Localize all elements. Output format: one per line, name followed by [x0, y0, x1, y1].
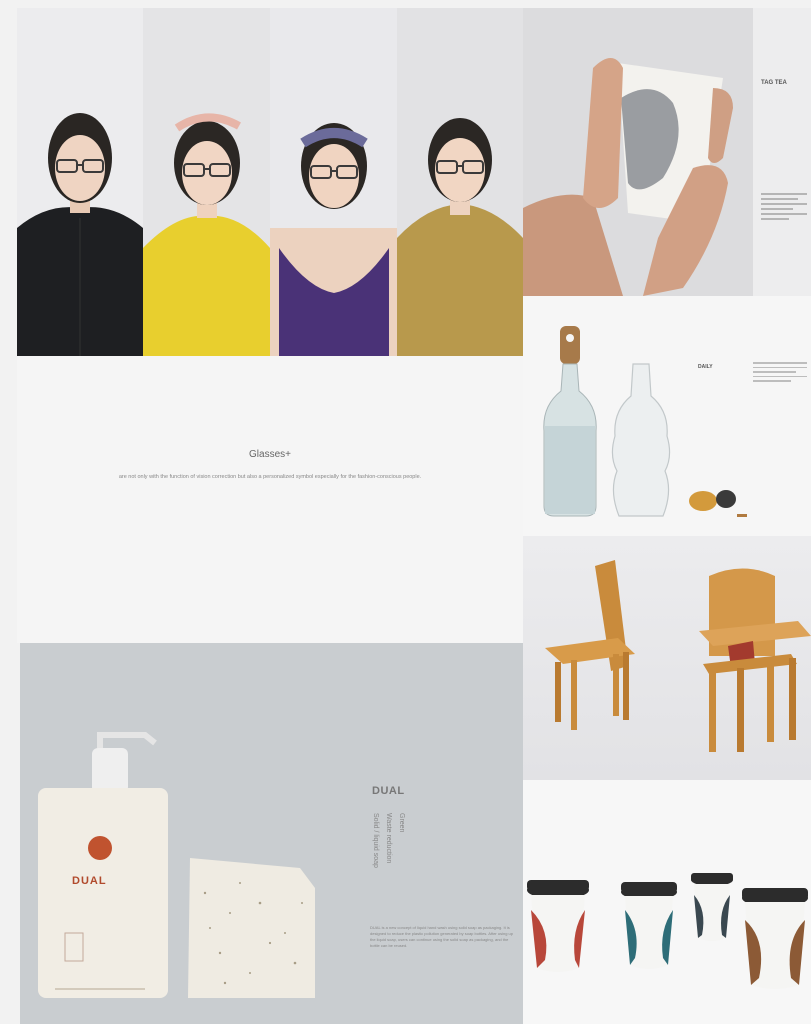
- cup-teal: [621, 882, 677, 969]
- dual-tagline-2: Waste reduction: [385, 813, 392, 864]
- chair-right-highchair: [699, 568, 811, 752]
- dual-soap-panel: DUAL DUAL Green Waste reduction Solid / …: [20, 643, 523, 1024]
- cup-brown: [742, 888, 808, 989]
- cup-red: [527, 880, 589, 972]
- dual-product-label: DUAL: [72, 875, 107, 887]
- coffee-cups-render: [523, 780, 811, 1024]
- dual-title: DUAL: [372, 785, 405, 797]
- tea-cup-photo: TAG TEA: [523, 8, 811, 296]
- dual-tagline-1: Green: [398, 813, 405, 833]
- cup-dark-small: [691, 873, 733, 941]
- daily-bottle-title: DAILY: [698, 364, 713, 370]
- tea-cup-text-lines: [761, 193, 807, 220]
- dual-tagline-3: Solid / liquid soap: [372, 813, 379, 868]
- glasses-photo-strip: [17, 8, 523, 356]
- wooden-chair-render: [523, 536, 811, 780]
- glasses-description: are not only with the function of vision…: [118, 474, 422, 480]
- daily-text-lines: [753, 362, 807, 382]
- daily-bottle-photo: DAILY: [523, 296, 811, 536]
- tea-cup-title: TAG TEA: [761, 80, 787, 86]
- glasses-caption-panel: Glasses+ are not only with the function …: [17, 356, 523, 643]
- chair-left: [545, 560, 635, 730]
- glasses-title: Glasses+: [249, 449, 291, 460]
- dual-body-text: DUAL is a new concept of liquid hand was…: [370, 925, 513, 948]
